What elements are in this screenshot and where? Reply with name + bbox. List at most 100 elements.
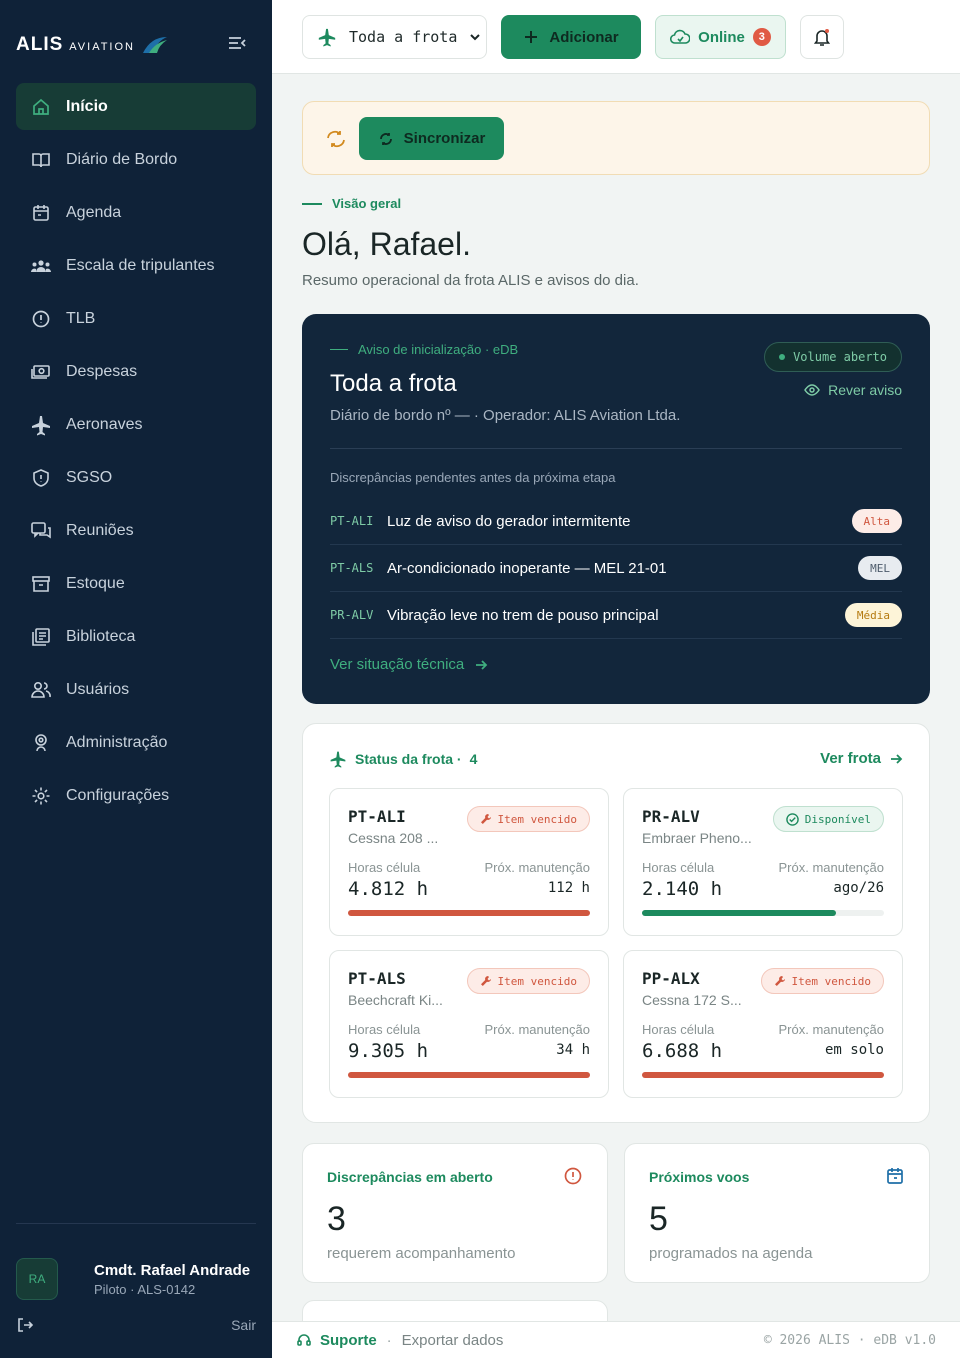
online-count-badge: 3 <box>752 28 771 46</box>
admin-icon <box>30 732 52 754</box>
airframe-hours: 6.688 h <box>642 1040 723 1062</box>
book-icon <box>30 149 52 171</box>
sidebar-item-configuracoes[interactable]: Configurações <box>16 772 256 819</box>
notice-eyebrow-label: Aviso de inicialização · eDB <box>358 342 519 357</box>
stat-value: 3 <box>327 1200 346 1238</box>
aircraft-card[interactable]: PR-ALV Embraer Pheno... Disponível Horas… <box>623 788 903 936</box>
status-label: Item vencido <box>497 812 577 826</box>
discrepancy-text: Ar-condicionado inoperante — MEL 21-01 <box>387 559 667 577</box>
support-label: Suporte <box>320 1331 377 1349</box>
brand-name: ALIS <box>16 34 64 55</box>
arrow-right-icon <box>476 659 488 670</box>
list-item[interactable]: PT-ALI Luz de aviso do gerador intermite… <box>330 498 902 545</box>
open-discrepancies-card[interactable]: Discrepâncias em aberto 3 requerem acomp… <box>302 1143 608 1283</box>
sidebar-item-label: Configurações <box>66 786 170 804</box>
status-badge: Item vencido <box>466 968 590 994</box>
copyright: © 2026 ALIS · eDB v1.0 <box>763 1332 936 1348</box>
notifications-button[interactable] <box>800 15 844 59</box>
sidebar-item-label: Administração <box>66 733 168 751</box>
list-item[interactable]: PR-ALV Vibração leve no trem de pouso pr… <box>330 592 902 639</box>
arrow-right-icon <box>891 753 903 764</box>
sidebar-item-estoque[interactable]: Estoque <box>16 560 256 607</box>
crew-icon <box>30 255 52 277</box>
logout-button[interactable]: Sair <box>16 1316 256 1334</box>
discrepancy-registration: PT-ALS <box>330 561 374 575</box>
user-info: Cmdt. Rafael Andrade Piloto · ALS-0142 <box>94 1262 250 1297</box>
priority-badge: MEL <box>858 556 902 580</box>
progress-fill <box>642 910 836 916</box>
user-role: Piloto · ALS-0142 <box>94 1281 196 1297</box>
fleet-status-card: Status da frota · 4 Ver frota PT-ALI Ces… <box>302 723 930 1123</box>
list-item[interactable]: PT-ALS Ar-condicionado inoperante — MEL … <box>330 545 902 592</box>
aircraft-registration: PT-ALI <box>348 807 406 826</box>
review-notice-link[interactable]: Rever aviso <box>804 382 902 398</box>
next-maintenance: 112 h <box>547 880 590 896</box>
plus-icon <box>525 31 538 43</box>
overview-eyebrow: Visão geral <box>302 196 401 211</box>
sync-icon <box>379 132 392 145</box>
sidebar-item-despesas[interactable]: Despesas <box>16 348 256 395</box>
headset-icon <box>297 1334 311 1346</box>
alert-circle-icon <box>563 1166 583 1191</box>
wing-logo-icon <box>143 37 167 53</box>
export-data-link[interactable]: Exportar dados <box>402 1332 504 1349</box>
sync-warning-icon <box>325 129 347 154</box>
progress-fill <box>348 910 590 916</box>
aircraft-card[interactable]: PP-ALX Cessna 172 S... Item vencido Hora… <box>623 950 903 1098</box>
support-link[interactable]: Suporte <box>296 1332 377 1349</box>
online-status-button[interactable]: Online 3 <box>655 15 786 59</box>
sidebar-item-aeronaves[interactable]: Aeronaves <box>16 401 256 448</box>
footer-separator: · <box>386 1331 392 1349</box>
notice-title: Toda a frota <box>330 370 457 397</box>
collapse-menu-icon <box>229 37 246 49</box>
sidebar-collapse-button[interactable] <box>226 32 248 54</box>
sync-button[interactable]: Sincronizar <box>359 117 504 160</box>
page-subtitle: Resumo operacional da frota ALIS e aviso… <box>302 272 639 289</box>
overview-eyebrow-label: Visão geral <box>332 196 402 211</box>
upcoming-flights-card[interactable]: Próximos voos 5 programados na agenda <box>624 1143 930 1283</box>
aircraft-registration: PR-ALV <box>642 807 700 826</box>
fleet-status-title: Status da frota · <box>355 751 462 767</box>
maintenance-label: Próx. manutenção <box>484 1022 590 1037</box>
sidebar-item-escala[interactable]: Escala de tripulantes <box>16 242 256 289</box>
technical-status-link[interactable]: Ver situação técnica <box>330 656 488 673</box>
sidebar-item-sgso[interactable]: SGSO <box>16 454 256 501</box>
sidebar-item-diario[interactable]: Diário de Bordo <box>16 136 256 183</box>
sidebar-item-administracao[interactable]: Administração <box>16 719 256 766</box>
sidebar-item-biblioteca[interactable]: Biblioteca <box>16 613 256 660</box>
status-badge: Item vencido <box>760 968 884 994</box>
sidebar-item-tlb[interactable]: TLB <box>16 295 256 342</box>
wrench-icon <box>480 976 491 986</box>
sync-button-label: Sincronizar <box>403 130 486 147</box>
view-fleet-link[interactable]: Ver frota <box>820 750 903 767</box>
fleet-select[interactable]: Toda a frota <box>302 15 487 59</box>
sidebar: ALIS AVIATION Início Diário de Bordo Age… <box>0 0 272 1358</box>
maintenance-label: Próx. manutenção <box>778 860 884 875</box>
user-profile[interactable]: RA Cmdt. Rafael Andrade Piloto · ALS-014… <box>16 1258 256 1300</box>
footer: Suporte · Exportar dados © 2026 ALIS · e… <box>272 1321 960 1358</box>
notice-divider <box>330 448 902 449</box>
aircraft-card[interactable]: PT-ALS Beechcraft Ki... Item vencido Hor… <box>329 950 609 1098</box>
status-label: Item vencido <box>497 974 577 988</box>
aircraft-model: Beechcraft Ki... <box>348 992 443 1008</box>
aircraft-card[interactable]: PT-ALI Cessna 208 ... Item vencido Horas… <box>329 788 609 936</box>
sidebar-item-usuarios[interactable]: Usuários <box>16 666 256 713</box>
brand-logo[interactable]: ALIS AVIATION <box>16 34 169 56</box>
add-button[interactable]: Adicionar <box>501 15 641 59</box>
startup-notice-card: Aviso de inicialização · eDB Toda a frot… <box>302 314 930 704</box>
status-label: Disponível <box>804 812 871 826</box>
plane-icon <box>318 28 336 47</box>
home-icon <box>30 96 52 118</box>
brand-sub: AVIATION <box>69 40 135 53</box>
sidebar-item-reunioes[interactable]: Reuniões <box>16 507 256 554</box>
stat-title: Próximos voos <box>649 1169 750 1185</box>
shield-icon <box>30 467 52 489</box>
status-label: Item vencido <box>791 974 871 988</box>
progress-fill <box>348 1072 590 1078</box>
sidebar-item-agenda[interactable]: Agenda <box>16 189 256 236</box>
online-label: Online <box>698 28 745 46</box>
chevron-down-icon <box>470 34 481 41</box>
sidebar-item-label: SGSO <box>66 468 113 486</box>
sidebar-item-inicio[interactable]: Início <box>16 83 256 130</box>
sidebar-divider <box>16 1223 256 1224</box>
